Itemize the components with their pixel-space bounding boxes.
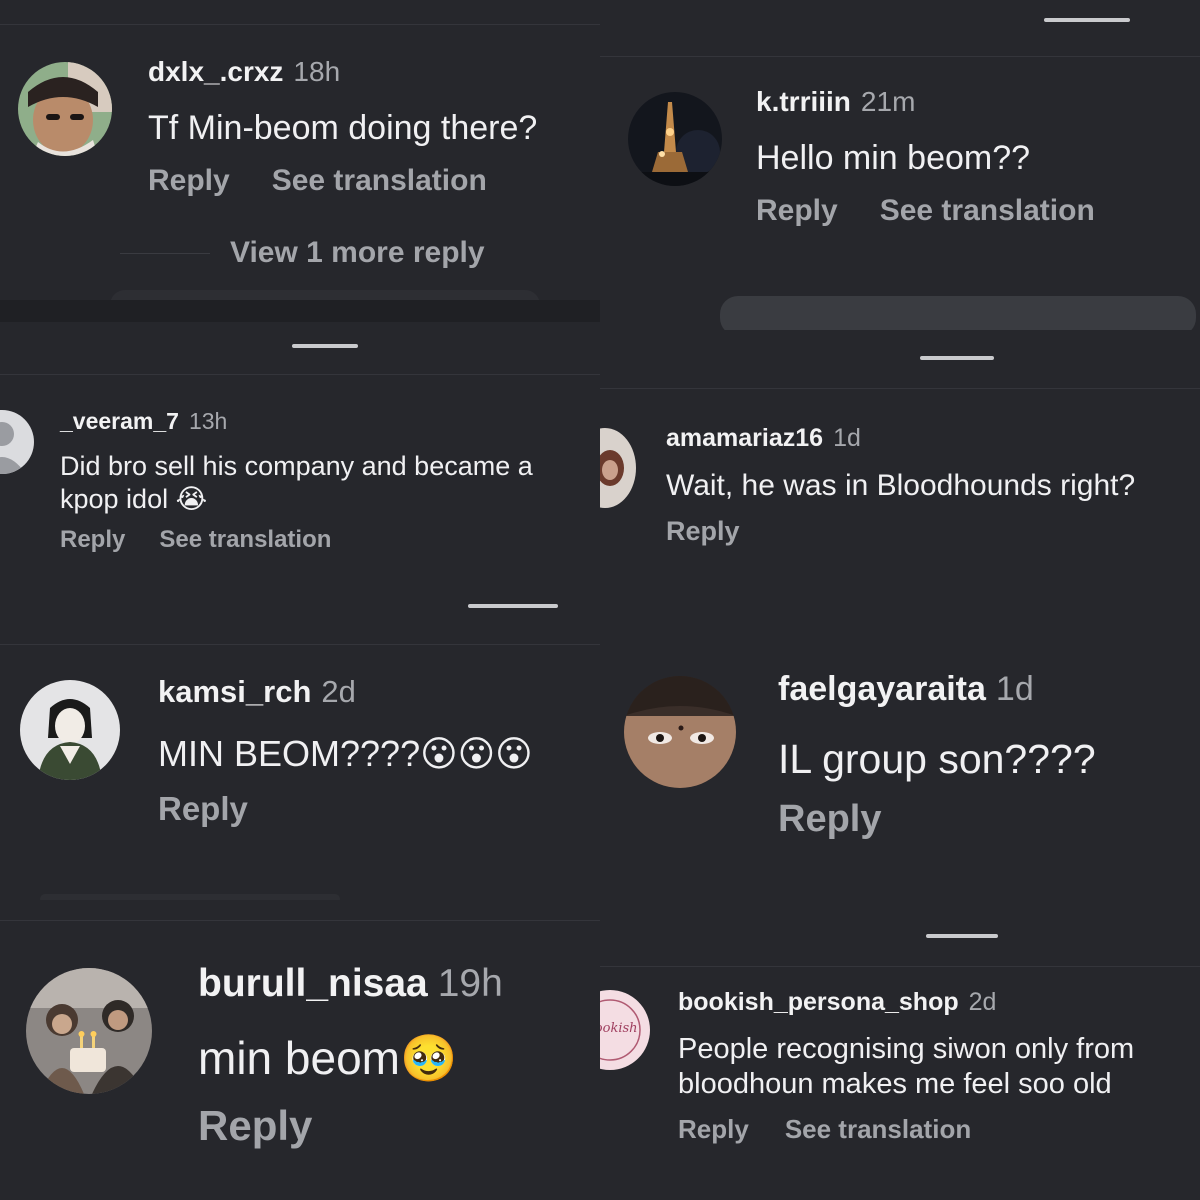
drag-handle[interactable] <box>292 344 358 348</box>
username-text[interactable]: dxlx_.crxz <box>148 56 283 87</box>
avatar[interactable] <box>26 968 152 1094</box>
more-replies-line <box>120 253 210 254</box>
next-comment-peek <box>720 296 1196 330</box>
comment-text: IL group son???? <box>778 736 1096 782</box>
comment-actions: Reply <box>198 1102 312 1150</box>
avatar[interactable] <box>628 92 722 186</box>
comment-username[interactable]: kamsi_rch 2d <box>158 674 356 710</box>
comment-text: Hello min beom?? <box>756 139 1031 177</box>
comment-timestamp: 2d <box>968 988 997 1016</box>
default-avatar-icon[interactable] <box>0 410 34 474</box>
username-text[interactable]: amamariaz16 <box>666 424 823 452</box>
username-text[interactable]: _veeram_7 <box>60 408 179 434</box>
comment-panel-8: bookish bookish_persona_shop 2d People re… <box>600 902 1200 1200</box>
comment-text: People recognising siwon only from blood… <box>678 1033 1135 1101</box>
comment-actions: Reply <box>778 798 881 841</box>
comment-username[interactable]: bookish_persona_shop 2d <box>678 988 996 1017</box>
drag-handle[interactable] <box>926 934 998 938</box>
comment-panel-1: dxlx_.crxz 18h Tf Min-beom doing there? R… <box>0 0 600 300</box>
view-more-replies-button[interactable]: View 1 more reply <box>230 236 485 270</box>
comment-text: min beom🥹 <box>198 1032 458 1084</box>
comment-timestamp: 19h <box>437 962 503 1005</box>
comment-actions: Reply See translation <box>60 526 331 554</box>
comment-panel-4: amamariaz16 1d Wait, he was in Bloodhound… <box>600 330 1200 620</box>
see-translation-button[interactable]: See translation <box>272 164 487 198</box>
divider <box>600 966 1200 967</box>
reply-button[interactable]: Reply <box>158 790 248 828</box>
reply-button[interactable]: Reply <box>678 1114 749 1145</box>
drag-handle[interactable] <box>1044 18 1130 22</box>
drag-handle[interactable] <box>920 356 994 360</box>
reply-button[interactable]: Reply <box>666 516 740 547</box>
divider <box>0 920 600 921</box>
username-text[interactable]: bookish_persona_shop <box>678 988 959 1016</box>
comment-timestamp: 1d <box>833 424 861 452</box>
divider <box>600 388 1200 389</box>
see-translation-button[interactable]: See translation <box>880 194 1095 228</box>
comment-actions: Reply See translation <box>678 1114 971 1145</box>
comment-panel-7: burull_nisaa 19h min beom🥹 Reply <box>0 900 600 1200</box>
comment-panel-3: _veeram_7 13h Did bro sell his company an… <box>0 322 600 620</box>
reply-button[interactable]: Reply <box>198 1102 312 1150</box>
drag-handle[interactable] <box>468 604 558 608</box>
next-comment-peek <box>110 290 540 300</box>
reply-button[interactable]: Reply <box>148 164 230 198</box>
see-translation-button[interactable]: See translation <box>159 526 331 554</box>
username-text[interactable]: kamsi_rch <box>158 674 311 709</box>
comment-text: Tf Min-beom doing there? <box>148 109 538 147</box>
see-translation-button[interactable]: See translation <box>785 1114 971 1145</box>
username-text[interactable]: faelgayaraita <box>778 670 986 708</box>
comment-actions: Reply <box>158 790 248 828</box>
username-text[interactable]: burull_nisaa <box>198 962 428 1005</box>
avatar[interactable] <box>624 676 736 788</box>
divider <box>0 374 600 375</box>
comment-timestamp: 18h <box>293 56 341 87</box>
comment-panel-5: kamsi_rch 2d MIN BEOM????😮😮😮 Reply <box>0 620 600 900</box>
username-text[interactable]: k.trriiin <box>756 86 851 117</box>
comment-timestamp: 1d <box>995 670 1034 708</box>
avatar[interactable]: bookish <box>600 990 650 1070</box>
comment-username[interactable]: _veeram_7 13h <box>60 408 227 435</box>
comment-actions: Reply See translation <box>756 194 1095 228</box>
comment-username[interactable]: faelgayaraita 1d <box>778 670 1034 709</box>
avatar-logo-text: bookish <box>600 1021 638 1036</box>
comment-actions: Reply See translation <box>148 164 487 198</box>
divider <box>0 24 600 25</box>
comment-panel-2: k.trriiin 21m Hello min beom?? Reply See t… <box>600 0 1200 330</box>
comment-text: Wait, he was in Bloodhounds right? <box>666 469 1136 502</box>
comment-timestamp: 2d <box>321 674 356 709</box>
comment-username[interactable]: k.trriiin 21m <box>756 86 915 118</box>
divider <box>600 56 1200 57</box>
reply-button[interactable]: Reply <box>778 798 881 841</box>
comment-panel-6: faelgayaraita 1d IL group son???? Reply <box>600 620 1200 902</box>
divider <box>0 644 600 645</box>
avatar[interactable] <box>18 62 112 156</box>
comment-actions: Reply <box>666 516 740 547</box>
comment-username[interactable]: burull_nisaa 19h <box>198 962 503 1006</box>
comment-username[interactable]: dxlx_.crxz 18h <box>148 56 340 88</box>
comment-username[interactable]: amamariaz16 1d <box>666 424 861 453</box>
comment-timestamp: 13h <box>188 408 228 434</box>
reply-button[interactable]: Reply <box>756 194 838 228</box>
comment-text: Did bro sell his company and became a kp… <box>60 451 533 514</box>
comment-timestamp: 21m <box>860 86 916 117</box>
reply-button[interactable]: Reply <box>60 526 125 554</box>
comment-text: MIN BEOM????😮😮😮 <box>158 733 533 774</box>
avatar[interactable] <box>20 680 120 780</box>
avatar[interactable] <box>600 428 636 508</box>
